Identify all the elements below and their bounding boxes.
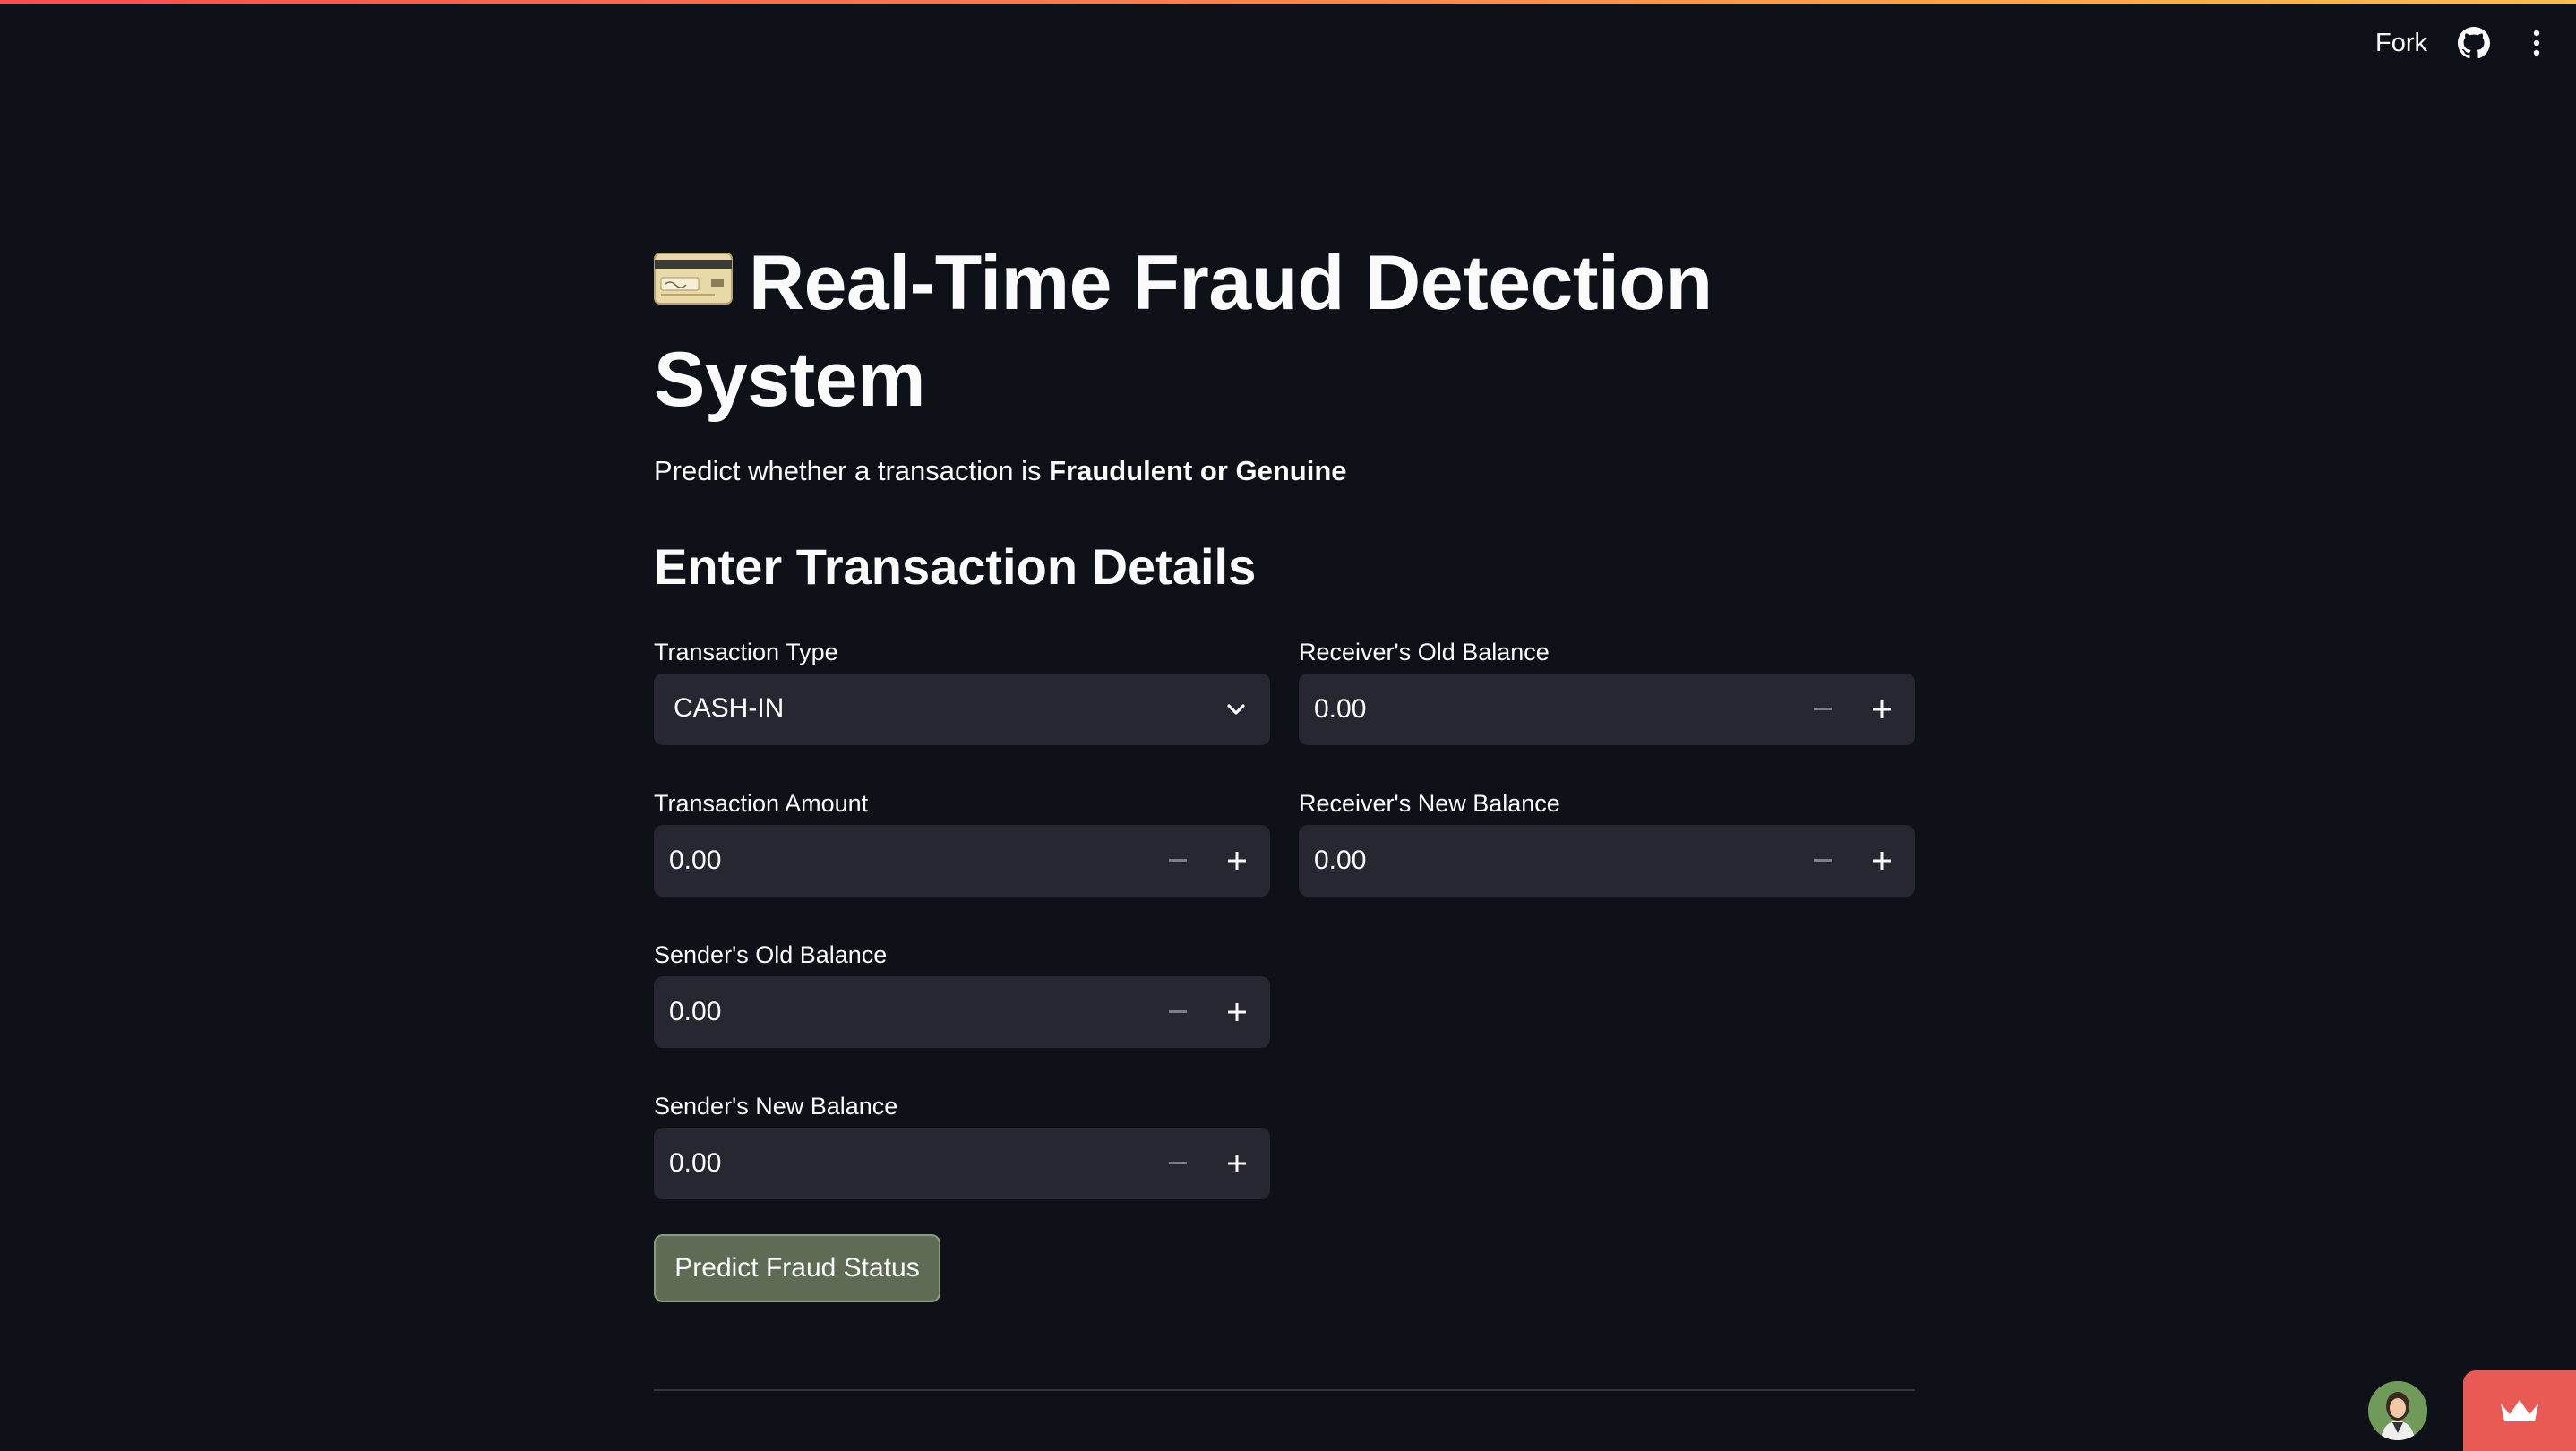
receiver-new-balance-input-box [1299,825,1915,897]
sender-new-balance-label: Sender's New Balance [654,1093,898,1120]
transaction-amount-label: Transaction Amount [654,790,869,817]
predict-fraud-status-button[interactable]: Predict Fraud Status [654,1234,940,1302]
sender-new-balance-input[interactable] [655,1129,1153,1198]
sender-new-balance-input-box [654,1128,1270,1199]
app-header: Fork [0,4,2576,84]
sender-old-balance-field: Sender's Old Balance [654,937,1270,1048]
transaction-amount-input[interactable] [655,826,1153,896]
transaction-amount-input-box [654,825,1270,897]
transaction-amount-increment-button[interactable] [1208,826,1266,896]
sender-old-balance-input[interactable] [655,977,1153,1047]
transaction-type-value: CASH-IN [674,693,785,723]
credit-card-icon [654,253,733,305]
receiver-new-balance-decrement-button[interactable] [1794,826,1851,896]
transaction-type-label: Transaction Type [654,639,838,665]
transaction-amount-decrement-button[interactable] [1149,826,1206,896]
github-icon[interactable] [2458,27,2490,59]
receiver-new-balance-increment-button[interactable] [1853,826,1911,896]
receiver-old-balance-label: Receiver's Old Balance [1299,639,1550,665]
sender-old-balance-decrement-button[interactable] [1149,977,1206,1047]
transaction-amount-field: Transaction Amount [654,786,1270,897]
subtitle-emphasis: Fraudulent or Genuine [1049,455,1347,486]
receiver-old-balance-decrement-button[interactable] [1794,674,1851,744]
sender-new-balance-field: Sender's New Balance [654,1088,1270,1199]
streamlit-crown-icon[interactable] [2463,1370,2576,1451]
receiver-old-balance-input-box [1299,674,1915,745]
page-title: Real-Time Fraud Detection System [654,240,1713,423]
receiver-old-balance-input[interactable] [1300,674,1798,744]
receiver-new-balance-field: Receiver's New Balance [1299,786,1915,897]
user-avatar[interactable] [2368,1381,2427,1440]
receiver-new-balance-label: Receiver's New Balance [1299,790,1560,817]
more-vertical-icon[interactable] [2528,27,2546,59]
section-heading: Enter Transaction Details [654,538,1257,595]
receiver-old-balance-increment-button[interactable] [1853,674,1911,744]
sender-old-balance-increment-button[interactable] [1208,977,1266,1047]
sender-new-balance-increment-button[interactable] [1208,1129,1266,1198]
receiver-old-balance-field: Receiver's Old Balance [1299,634,1915,745]
page-subtitle: Predict whether a transaction is Fraudul… [654,455,1347,487]
sender-new-balance-decrement-button[interactable] [1149,1129,1206,1198]
receiver-new-balance-input[interactable] [1300,826,1798,896]
subtitle-text: Predict whether a transaction is [654,455,1050,486]
transaction-type-select[interactable]: CASH-IN [654,674,1270,745]
sender-old-balance-input-box [654,976,1270,1048]
chevron-down-icon [1224,697,1249,722]
divider [654,1389,1915,1391]
fork-link[interactable]: Fork [2375,29,2427,58]
title-block: Real-Time Fraud Detection System [654,235,1782,428]
transaction-type-field: Transaction Type CASH-IN [654,634,1270,745]
sender-old-balance-label: Sender's Old Balance [654,941,888,968]
